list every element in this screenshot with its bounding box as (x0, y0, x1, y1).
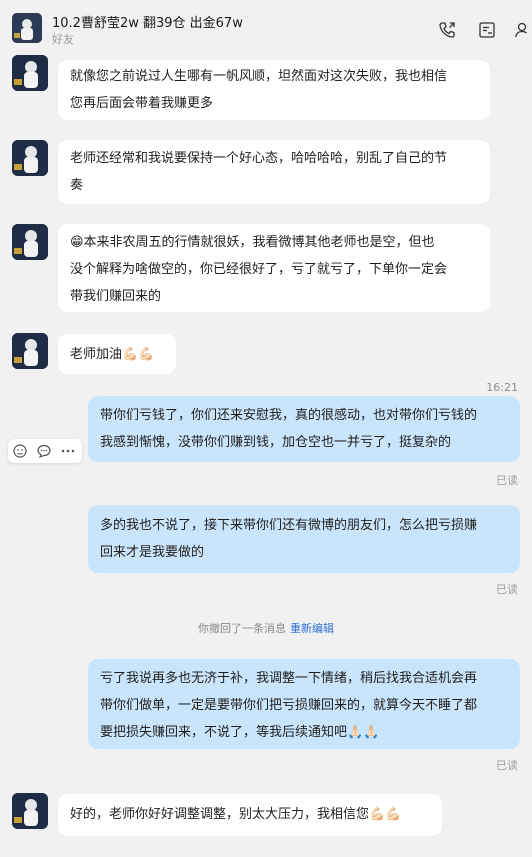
message-line: 我感到惭愧，没带你们赚到钱，加仓空也一并亏了，挺复杂的 (100, 435, 452, 450)
message-line: 要把损失赚回来，不说了，等我后续通知吧🙏🏻🙏🏻 (100, 725, 380, 740)
my-message-bubble[interactable]: 带你们亏钱了，你们还来安慰我，真的很感动，也对带你们亏钱的 我感到惭愧，没带你们… (88, 396, 520, 462)
chat-subtitle: 好友 (52, 33, 74, 46)
message-line: 带我们赚回来的 (70, 289, 162, 304)
contact-avatar[interactable] (12, 13, 42, 43)
message-bubble[interactable]: 老师还经常和我说要保持一个好心态，哈哈哈哈，别乱了自己的节 奏 (58, 140, 490, 204)
friend-avatar[interactable] (12, 55, 48, 91)
friend-avatar[interactable] (12, 793, 48, 829)
my-message-bubble[interactable]: 多的我也不说了，接下来带你们还有微博的朋友们，怎么把亏损赚 回来才是我要做的 (88, 505, 520, 573)
add-user-icon[interactable] (514, 20, 532, 40)
comment-icon[interactable] (36, 443, 52, 459)
message-line: 没个解释为啥做空的，你已经很好了，亏了就亏了，下单你一定会 (70, 262, 448, 277)
list-icon[interactable] (477, 20, 497, 40)
read-status: 已读 (496, 474, 518, 487)
chat-title: 10.2曹舒莹2w 翻39仓 出金67w (52, 16, 243, 31)
read-status: 已读 (496, 759, 518, 772)
message-line: 您再后面会带着我赚更多 (70, 96, 214, 111)
add-emoji-icon[interactable] (12, 443, 28, 459)
call-icon[interactable] (437, 20, 457, 40)
friend-avatar[interactable] (12, 140, 48, 176)
message-bubble[interactable]: 😁本来非农周五的行情就很妖，我看微博其他老师也是空，但也 没个解释为啥做空的，你… (58, 224, 490, 312)
message-line: 多的我也不说了，接下来带你们还有微博的朋友们，怎么把亏损赚 (100, 518, 478, 533)
re-edit-link[interactable]: 重新编辑 (290, 622, 334, 635)
message-timestamp: 16:21 (486, 381, 518, 394)
my-message-bubble[interactable]: 亏了我说再多也无济于补，我调整一下情绪，稍后找我合适机会再 带你们做单，一定是要… (88, 659, 520, 749)
message-hover-toolbar (8, 439, 82, 463)
message-bubble[interactable]: 就像您之前说过人生哪有一帆风顺，坦然面对这次失败，我也相信 您再后面会带着我赚更… (58, 60, 490, 120)
message-line: 带你们做单，一定是要带你们把亏损赚回来的，就算今天不睡了都 (100, 698, 478, 713)
message-line: 亏了我说再多也无济于补，我调整一下情绪，稍后找我合适机会再 (100, 671, 478, 686)
message-bubble[interactable]: 好的，老师你好好调整调整，别太大压力，我相信您💪🏻💪🏻 (58, 794, 442, 836)
message-bubble[interactable]: 老师加油💪🏻💪🏻 (58, 334, 176, 374)
friend-avatar[interactable] (12, 224, 48, 260)
message-line: 老师加油💪🏻💪🏻 (70, 347, 155, 362)
recall-notice: 你撤回了一条消息 重新编辑 (0, 620, 532, 636)
message-line: 带你们亏钱了，你们还来安慰我，真的很感动，也对带你们亏钱的 (100, 408, 478, 423)
message-line: 奏 (70, 178, 84, 193)
friend-avatar[interactable] (12, 333, 48, 369)
message-line: 老师还经常和我说要保持一个好心态，哈哈哈哈，别乱了自己的节 (70, 151, 448, 166)
message-line: 好的，老师你好好调整调整，别太大压力，我相信您💪🏻💪🏻 (70, 807, 402, 822)
more-icon[interactable] (60, 443, 76, 459)
chat-header: 10.2曹舒莹2w 翻39仓 出金67w 好友 (0, 0, 532, 48)
message-line: 就像您之前说过人生哪有一帆风顺，坦然面对这次失败，我也相信 (70, 69, 448, 84)
read-status: 已读 (496, 583, 518, 596)
recall-notice-text: 你撤回了一条消息 (198, 622, 286, 635)
message-line: 😁本来非农周五的行情就很妖，我看微博其他老师也是空，但也 (70, 235, 435, 250)
message-line: 回来才是我要做的 (100, 545, 205, 560)
